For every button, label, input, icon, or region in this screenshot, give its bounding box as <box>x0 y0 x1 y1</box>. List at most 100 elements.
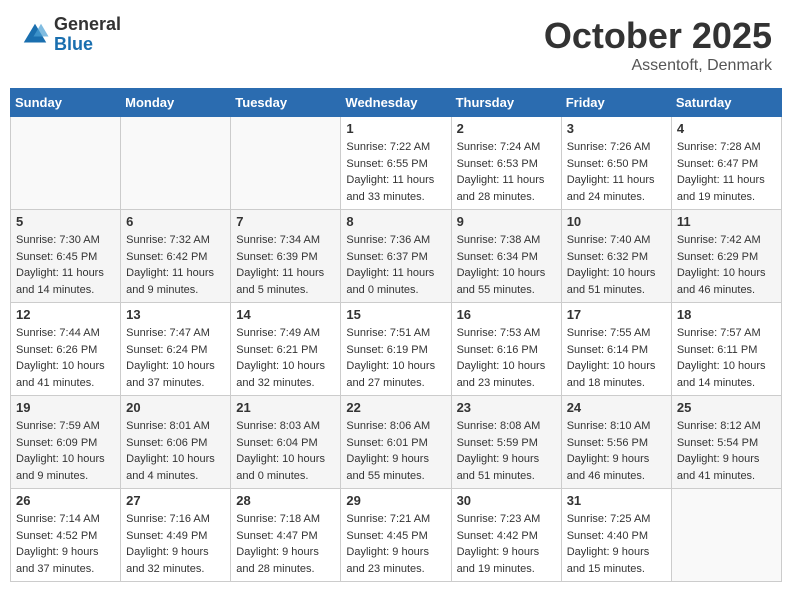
calendar-cell <box>671 489 781 582</box>
logo-text: General Blue <box>54 15 121 55</box>
day-number: 21 <box>236 400 335 415</box>
calendar-cell: 2 Sunrise: 7:24 AMSunset: 6:53 PMDaylight… <box>451 117 561 210</box>
calendar-cell: 3 Sunrise: 7:26 AMSunset: 6:50 PMDaylight… <box>561 117 671 210</box>
day-number: 9 <box>457 214 556 229</box>
day-info: Sunrise: 7:26 AMSunset: 6:50 PMDaylight:… <box>567 139 666 205</box>
day-number: 3 <box>567 121 666 136</box>
day-info: Sunrise: 7:51 AMSunset: 6:19 PMDaylight:… <box>346 325 445 391</box>
day-info: Sunrise: 7:55 AMSunset: 6:14 PMDaylight:… <box>567 325 666 391</box>
day-number: 2 <box>457 121 556 136</box>
calendar-cell: 23 Sunrise: 8:08 AMSunset: 5:59 PMDayligh… <box>451 396 561 489</box>
calendar-cell: 21 Sunrise: 8:03 AMSunset: 6:04 PMDayligh… <box>231 396 341 489</box>
month-title: October 2025 <box>544 15 772 57</box>
day-info: Sunrise: 8:08 AMSunset: 5:59 PMDaylight:… <box>457 418 556 484</box>
day-number: 20 <box>126 400 225 415</box>
page-header: General Blue October 2025 Assentoft, Den… <box>10 10 782 80</box>
day-number: 5 <box>16 214 115 229</box>
calendar-cell: 19 Sunrise: 7:59 AMSunset: 6:09 PMDayligh… <box>11 396 121 489</box>
calendar-cell: 11 Sunrise: 7:42 AMSunset: 6:29 PMDayligh… <box>671 210 781 303</box>
calendar-cell: 1Sunrise: 7:22 AMSunset: 6:55 PMDaylight… <box>341 117 451 210</box>
day-number: 31 <box>567 493 666 508</box>
day-number: 15 <box>346 307 445 322</box>
calendar-cell: 17 Sunrise: 7:55 AMSunset: 6:14 PMDayligh… <box>561 303 671 396</box>
week-row-4: 19 Sunrise: 7:59 AMSunset: 6:09 PMDayligh… <box>11 396 782 489</box>
day-info: Sunrise: 7:18 AMSunset: 4:47 PMDaylight:… <box>236 511 335 577</box>
calendar-cell: 13 Sunrise: 7:47 AMSunset: 6:24 PMDayligh… <box>121 303 231 396</box>
weekday-header-saturday: Saturday <box>671 89 781 117</box>
calendar-cell: 12Sunrise: 7:44 AMSunset: 6:26 PMDayligh… <box>11 303 121 396</box>
day-number: 7 <box>236 214 335 229</box>
day-info: Sunrise: 7:36 AMSunset: 6:37 PMDaylight:… <box>346 232 445 298</box>
day-number: 23 <box>457 400 556 415</box>
day-info: Sunrise: 7:57 AMSunset: 6:11 PMDaylight:… <box>677 325 776 391</box>
calendar-cell: 14 Sunrise: 7:49 AMSunset: 6:21 PMDayligh… <box>231 303 341 396</box>
day-number: 1 <box>346 121 445 136</box>
calendar-cell: 20Sunrise: 8:01 AMSunset: 6:06 PMDayligh… <box>121 396 231 489</box>
weekday-header-sunday: Sunday <box>11 89 121 117</box>
calendar-cell: 22 Sunrise: 8:06 AMSunset: 6:01 PMDayligh… <box>341 396 451 489</box>
day-info: Sunrise: 7:34 AMSunset: 6:39 PMDaylight:… <box>236 232 335 298</box>
logo: General Blue <box>20 15 121 55</box>
day-info: Sunrise: 7:42 AMSunset: 6:29 PMDaylight:… <box>677 232 776 298</box>
day-number: 26 <box>16 493 115 508</box>
day-number: 24 <box>567 400 666 415</box>
day-info: Sunrise: 7:38 AMSunset: 6:34 PMDaylight:… <box>457 232 556 298</box>
day-number: 17 <box>567 307 666 322</box>
day-info: Sunrise: 7:44 AMSunset: 6:26 PMDaylight:… <box>16 325 115 391</box>
week-row-2: 5 Sunrise: 7:30 AMSunset: 6:45 PMDaylight… <box>11 210 782 303</box>
calendar-cell: 10 Sunrise: 7:40 AMSunset: 6:32 PMDayligh… <box>561 210 671 303</box>
day-info: Sunrise: 8:06 AMSunset: 6:01 PMDaylight:… <box>346 418 445 484</box>
calendar-cell <box>11 117 121 210</box>
weekday-header-monday: Monday <box>121 89 231 117</box>
day-info: Sunrise: 7:32 AMSunset: 6:42 PMDaylight:… <box>126 232 225 298</box>
day-info: Sunrise: 7:59 AMSunset: 6:09 PMDaylight:… <box>16 418 115 484</box>
title-block: October 2025 Assentoft, Denmark <box>544 15 772 75</box>
calendar-cell: 29Sunrise: 7:21 AMSunset: 4:45 PMDayligh… <box>341 489 451 582</box>
calendar-cell: 5 Sunrise: 7:30 AMSunset: 6:45 PMDaylight… <box>11 210 121 303</box>
day-info: Sunrise: 7:24 AMSunset: 6:53 PMDaylight:… <box>457 139 556 205</box>
calendar-cell: 31 Sunrise: 7:25 AMSunset: 4:40 PMDayligh… <box>561 489 671 582</box>
calendar-cell: 30Sunrise: 7:23 AMSunset: 4:42 PMDayligh… <box>451 489 561 582</box>
calendar-table: SundayMondayTuesdayWednesdayThursdayFrid… <box>10 88 782 582</box>
calendar-cell <box>121 117 231 210</box>
logo-blue: Blue <box>54 35 121 55</box>
day-number: 18 <box>677 307 776 322</box>
day-number: 27 <box>126 493 225 508</box>
day-info: Sunrise: 8:10 AMSunset: 5:56 PMDaylight:… <box>567 418 666 484</box>
day-info: Sunrise: 7:47 AMSunset: 6:24 PMDaylight:… <box>126 325 225 391</box>
day-number: 29 <box>346 493 445 508</box>
day-info: Sunrise: 7:40 AMSunset: 6:32 PMDaylight:… <box>567 232 666 298</box>
day-number: 13 <box>126 307 225 322</box>
calendar-cell: 8 Sunrise: 7:36 AMSunset: 6:37 PMDaylight… <box>341 210 451 303</box>
day-number: 10 <box>567 214 666 229</box>
logo-icon <box>20 20 50 50</box>
calendar-cell: 26 Sunrise: 7:14 AMSunset: 4:52 PMDayligh… <box>11 489 121 582</box>
calendar-cell: 6 Sunrise: 7:32 AMSunset: 6:42 PMDaylight… <box>121 210 231 303</box>
calendar-cell: 18 Sunrise: 7:57 AMSunset: 6:11 PMDayligh… <box>671 303 781 396</box>
day-info: Sunrise: 8:12 AMSunset: 5:54 PMDaylight:… <box>677 418 776 484</box>
weekday-header-thursday: Thursday <box>451 89 561 117</box>
location: Assentoft, Denmark <box>544 57 772 75</box>
day-info: Sunrise: 7:14 AMSunset: 4:52 PMDaylight:… <box>16 511 115 577</box>
calendar-cell: 27Sunrise: 7:16 AMSunset: 4:49 PMDayligh… <box>121 489 231 582</box>
day-info: Sunrise: 7:25 AMSunset: 4:40 PMDaylight:… <box>567 511 666 577</box>
calendar-cell: 16Sunrise: 7:53 AMSunset: 6:16 PMDayligh… <box>451 303 561 396</box>
weekday-header-friday: Friday <box>561 89 671 117</box>
day-info: Sunrise: 7:49 AMSunset: 6:21 PMDaylight:… <box>236 325 335 391</box>
day-info: Sunrise: 8:03 AMSunset: 6:04 PMDaylight:… <box>236 418 335 484</box>
day-number: 14 <box>236 307 335 322</box>
day-number: 19 <box>16 400 115 415</box>
day-info: Sunrise: 7:23 AMSunset: 4:42 PMDaylight:… <box>457 511 556 577</box>
weekday-header-wednesday: Wednesday <box>341 89 451 117</box>
day-number: 28 <box>236 493 335 508</box>
day-info: Sunrise: 7:30 AMSunset: 6:45 PMDaylight:… <box>16 232 115 298</box>
day-info: Sunrise: 7:28 AMSunset: 6:47 PMDaylight:… <box>677 139 776 205</box>
calendar-cell: 4Sunrise: 7:28 AMSunset: 6:47 PMDaylight… <box>671 117 781 210</box>
day-number: 11 <box>677 214 776 229</box>
day-number: 22 <box>346 400 445 415</box>
day-number: 8 <box>346 214 445 229</box>
calendar-cell: 7 Sunrise: 7:34 AMSunset: 6:39 PMDaylight… <box>231 210 341 303</box>
day-number: 6 <box>126 214 225 229</box>
day-number: 16 <box>457 307 556 322</box>
week-row-5: 26 Sunrise: 7:14 AMSunset: 4:52 PMDayligh… <box>11 489 782 582</box>
